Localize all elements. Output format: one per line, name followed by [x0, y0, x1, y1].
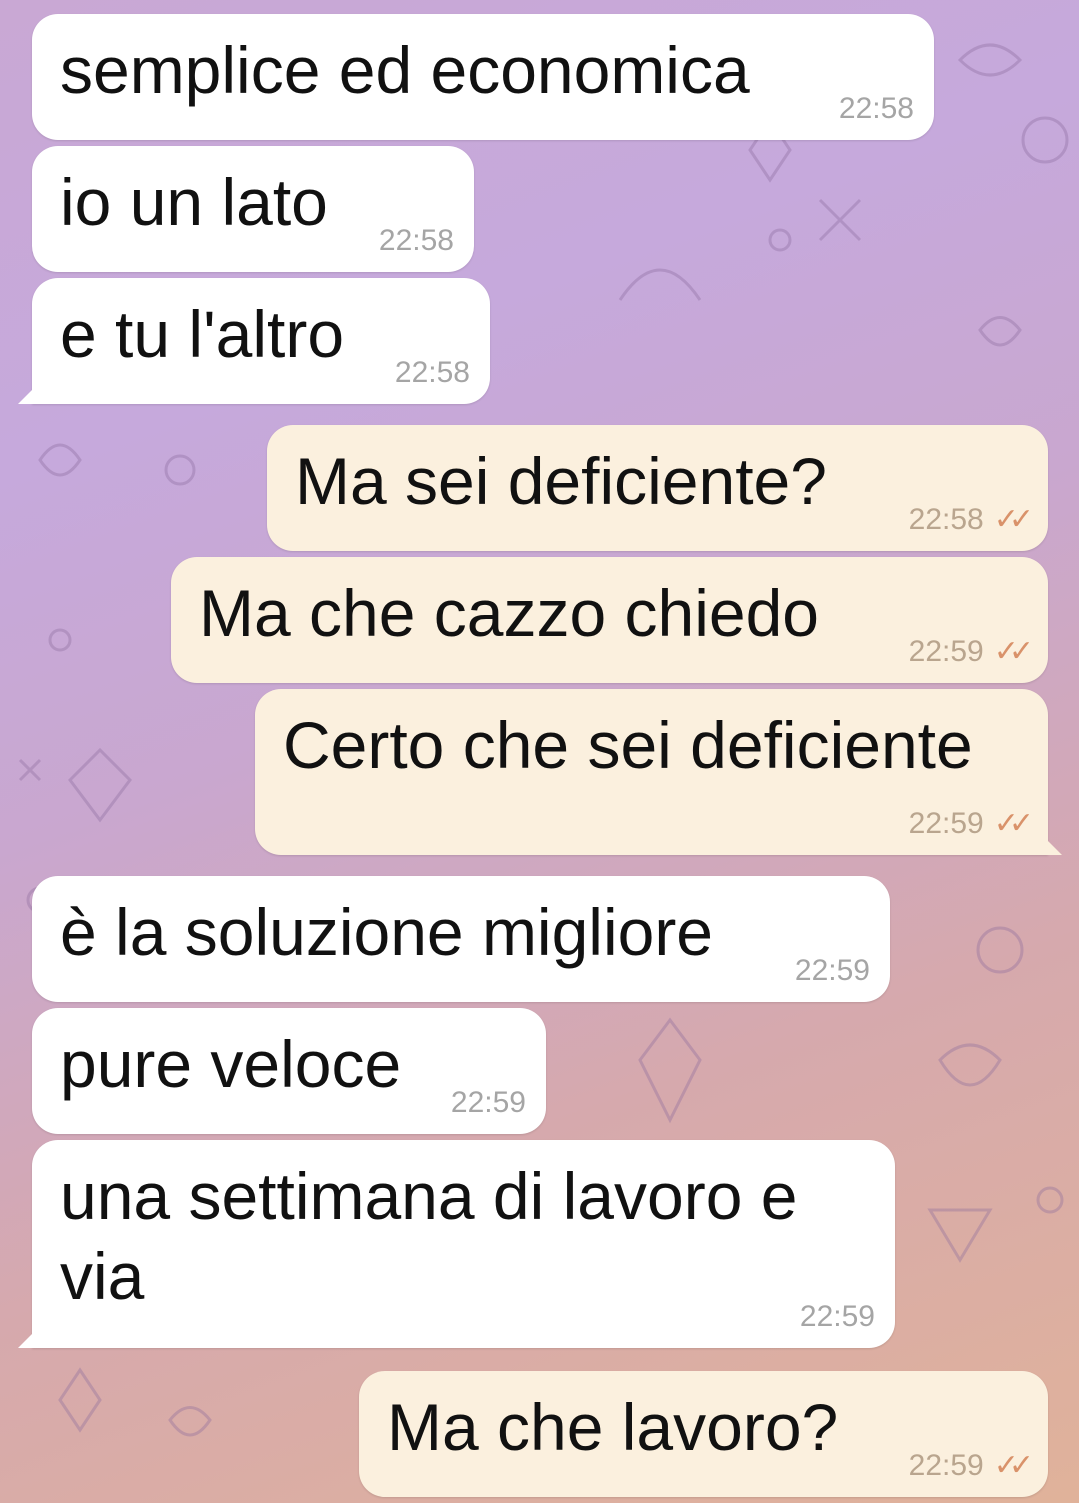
message-meta: 22:59 ✓✓: [908, 807, 1034, 841]
time-label: 22:59: [450, 1086, 526, 1119]
message-time: 22:59: [795, 954, 870, 988]
message-bubble-incoming[interactable]: è la soluzione migliore 22:59: [32, 876, 890, 1002]
message-bubble-incoming[interactable]: semplice ed economica 22:58: [32, 14, 934, 140]
message-text: pure veloce: [60, 1027, 402, 1101]
time-label: 22:58: [838, 92, 914, 125]
time-label: 22:59: [799, 1300, 875, 1333]
message-bubble-outgoing[interactable]: Ma che cazzo chiedo 22:59 ✓✓: [171, 557, 1048, 683]
message-meta: 22:59 ✓✓: [908, 1449, 1034, 1483]
message-text: è la soluzione migliore: [60, 895, 714, 969]
message-text: Ma che cazzo chiedo: [199, 576, 820, 650]
message-bubble-outgoing[interactable]: Ma che lavoro? 22:59 ✓✓: [359, 1371, 1048, 1497]
double-check-icon: ✓✓: [993, 1449, 1034, 1482]
message-meta: 22:58 ✓✓: [908, 503, 1034, 537]
message-time: 22:58: [395, 356, 470, 390]
time-label: 22:59: [908, 807, 984, 840]
message-bubble-outgoing[interactable]: Ma sei deficiente? 22:58 ✓✓: [267, 425, 1048, 551]
time-label: 22:59: [794, 954, 870, 987]
double-check-icon: ✓✓: [993, 807, 1034, 840]
message-time: 22:59: [451, 1086, 526, 1120]
message-time: 22:58: [379, 224, 454, 258]
message-meta: 22:59 ✓✓: [908, 635, 1034, 669]
time-label: 22:59: [908, 635, 984, 668]
time-label: 22:58: [378, 224, 454, 257]
double-check-icon: ✓✓: [993, 635, 1034, 668]
chat-background: semplice ed economica 22:58 io un lato 2…: [0, 0, 1079, 1503]
time-label: 22:58: [394, 356, 470, 389]
message-bubble-incoming[interactable]: una settimana di lavoro e via 22:59: [32, 1140, 895, 1348]
message-text: semplice ed economica: [60, 33, 750, 107]
message-bubble-incoming[interactable]: pure veloce 22:59: [32, 1008, 546, 1134]
time-label: 22:59: [908, 1449, 984, 1482]
double-check-icon: ✓✓: [993, 503, 1034, 536]
message-bubble-outgoing[interactable]: Certo che sei deficiente 22:59 ✓✓: [255, 689, 1048, 855]
message-time: 22:58: [839, 92, 914, 126]
message-text: una settimana di lavoro e via: [60, 1159, 798, 1313]
message-time: 22:59: [800, 1300, 875, 1334]
message-text: Certo che sei deficiente: [283, 708, 973, 782]
time-label: 22:58: [908, 503, 984, 536]
message-bubble-incoming[interactable]: io un lato 22:58: [32, 146, 474, 272]
message-bubble-incoming[interactable]: e tu l'altro 22:58: [32, 278, 490, 404]
